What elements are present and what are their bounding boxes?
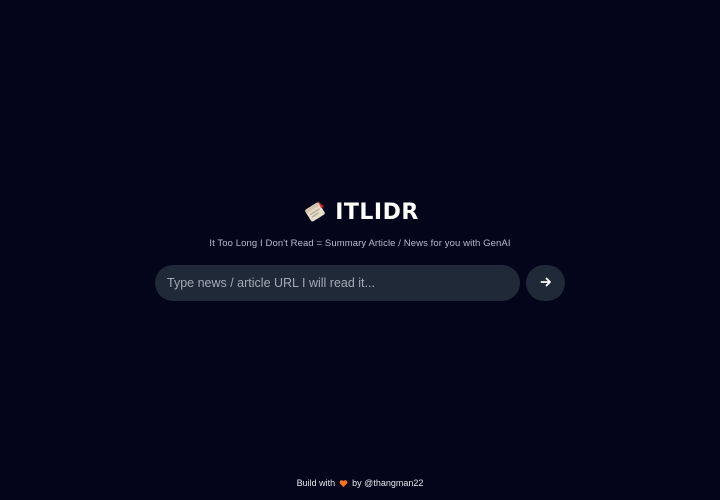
- footer-prefix: Build with: [296, 478, 336, 488]
- tagline: It Too Long I Don't Read = Summary Artic…: [209, 238, 511, 249]
- submit-button[interactable]: [526, 265, 565, 301]
- orange-heart-icon: [339, 479, 348, 488]
- app-title: ITLIDR: [335, 199, 419, 225]
- footer: Build with by @thangman22: [0, 478, 720, 488]
- brand: ITLIDR: [301, 196, 419, 228]
- search-row: [155, 265, 565, 301]
- footer-suffix: by @thangman22: [352, 478, 424, 488]
- hero-section: ITLIDR It Too Long I Don't Read = Summar…: [0, 196, 720, 301]
- app-page: ITLIDR It Too Long I Don't Read = Summar…: [0, 0, 720, 500]
- url-input[interactable]: [155, 265, 520, 301]
- arrow-right-icon: [540, 276, 552, 291]
- newspaper-roll-icon: [301, 198, 329, 226]
